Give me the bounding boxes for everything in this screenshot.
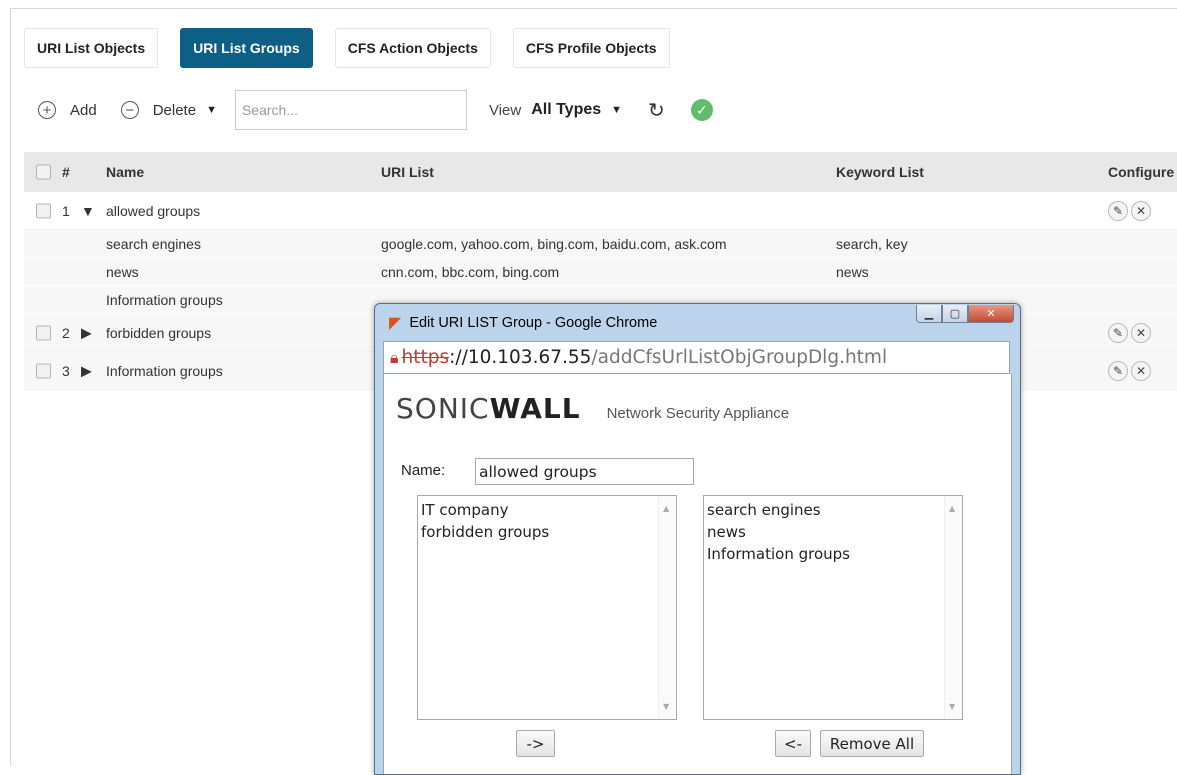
row-number: 3	[62, 362, 70, 379]
scroll-up-icon[interactable]: ▲	[949, 504, 955, 513]
url-path: /addCfsUrlListObjGroupDlg.html	[591, 347, 888, 368]
edit-icon[interactable]: ✎	[1108, 322, 1128, 343]
list-item[interactable]: IT company	[421, 499, 549, 521]
dialog-titlebar[interactable]: ◤ Edit URI LIST Group - Google Chrome	[389, 313, 657, 333]
delete-icon[interactable]: ✕	[1131, 322, 1151, 343]
table-row[interactable]: 1 ▼ allowed groups ✎ ✕	[24, 192, 1177, 230]
list-item[interactable]: forbidden groups	[421, 521, 549, 543]
remove-from-group-button[interactable]: <-	[775, 730, 811, 757]
child-name: news	[106, 263, 139, 280]
edit-uri-list-group-dialog: ◤ Edit URI LIST Group - Google Chrome ▁ …	[374, 303, 1021, 775]
add-button[interactable]: + Add	[38, 101, 97, 119]
dialog-title: Edit URI LIST Group - Google Chrome	[409, 315, 658, 331]
view-type-select[interactable]: All Types ▼	[521, 101, 622, 119]
toolbar: + Add − Delete ▼ View All Types ▼ ↻ ✓	[38, 89, 713, 131]
edit-icon[interactable]: ✎	[1108, 200, 1128, 221]
edit-icon[interactable]: ✎	[1108, 360, 1128, 381]
chrome-icon: ◤	[389, 315, 402, 332]
tab-uri-list-groups[interactable]: URI List Groups	[180, 28, 313, 68]
expand-toggle-icon[interactable]: ▶	[81, 324, 92, 341]
maximize-button[interactable]: ▢	[942, 305, 968, 323]
available-list[interactable]: IT company forbidden groups ▲ ▼	[417, 495, 677, 720]
view-label: View	[488, 101, 522, 119]
group-name: forbidden groups	[106, 324, 212, 341]
minimize-button[interactable]: ▁	[916, 305, 942, 323]
tab-bar: URI List Objects URI List Groups CFS Act…	[24, 28, 670, 68]
delete-icon[interactable]: ✕	[1131, 200, 1151, 221]
group-name: allowed groups	[106, 202, 201, 219]
insecure-lock-icon: 🔒︎	[390, 347, 399, 367]
configure-actions: ✎ ✕	[1108, 200, 1151, 221]
select-all-checkbox[interactable]	[36, 164, 51, 180]
selected-list[interactable]: search engines news Information groups ▲…	[703, 495, 963, 720]
header-keyword-list[interactable]: Keyword List	[836, 164, 924, 180]
url-protocol: https	[401, 347, 450, 368]
list-item[interactable]: Information groups	[707, 543, 850, 565]
child-row: news cnn.com, bbc.com, bing.com news	[24, 258, 1177, 286]
remove-all-button[interactable]: Remove All	[820, 730, 924, 757]
group-name-field[interactable]	[475, 458, 694, 485]
chevron-down-icon: ▼	[206, 104, 217, 116]
scroll-down-icon[interactable]: ▼	[663, 702, 669, 711]
child-keyword-list: search, key	[836, 235, 908, 252]
tab-cfs-action-objects[interactable]: CFS Action Objects	[334, 28, 491, 68]
brand-subtitle: Network Security Appliance	[606, 405, 790, 422]
chevron-down-icon: ▼	[611, 104, 623, 116]
configure-actions: ✎ ✕	[1108, 322, 1151, 343]
row-number: 1	[62, 202, 70, 219]
dialog-content: SONICWALL Network Security Appliance Nam…	[383, 374, 1012, 774]
row-checkbox[interactable]	[36, 325, 51, 340]
scrollbar[interactable]: ▲ ▼	[658, 496, 676, 719]
minus-circle-icon: −	[120, 101, 139, 119]
tab-uri-list-objects[interactable]: URI List Objects	[24, 28, 159, 68]
child-uri-list: cnn.com, bbc.com, bing.com	[381, 263, 560, 280]
search-input[interactable]	[234, 90, 467, 130]
row-checkbox[interactable]	[36, 363, 51, 378]
tab-cfs-profile-objects[interactable]: CFS Profile Objects	[512, 28, 670, 68]
brand-prefix: SONIC	[396, 392, 490, 425]
brand-bold: WALL	[489, 392, 581, 425]
view-type-value: All Types	[531, 101, 602, 118]
list-item[interactable]: search engines	[707, 499, 850, 521]
expand-toggle-icon[interactable]: ▶	[81, 362, 92, 379]
header-name[interactable]: Name	[106, 164, 144, 180]
delete-icon[interactable]: ✕	[1131, 360, 1151, 381]
sonicwall-logo: SONICWALL Network Security Appliance	[396, 392, 789, 425]
list-item[interactable]: news	[707, 521, 850, 543]
child-row: search engines google.com, yahoo.com, bi…	[24, 230, 1177, 258]
configure-actions: ✎ ✕	[1108, 360, 1151, 381]
header-num: #	[62, 164, 70, 180]
header-configure: Configure	[1108, 164, 1175, 180]
close-button[interactable]: ✕	[968, 305, 1014, 323]
check-circle-icon[interactable]: ✓	[690, 99, 713, 121]
header-uri-list[interactable]: URI List	[381, 164, 434, 180]
child-name: Information groups	[106, 291, 223, 308]
add-to-group-button[interactable]: ->	[516, 730, 555, 757]
row-checkbox[interactable]	[36, 203, 51, 218]
child-keyword-list: news	[836, 263, 869, 280]
url-host: ://10.103.67.55	[449, 347, 592, 368]
row-number: 2	[62, 324, 70, 341]
expand-toggle-icon[interactable]: ▼	[81, 203, 95, 219]
child-name: search engines	[106, 235, 201, 252]
scroll-up-icon[interactable]: ▲	[663, 504, 669, 513]
scrollbar[interactable]: ▲ ▼	[944, 496, 962, 719]
refresh-icon[interactable]: ↻	[648, 98, 665, 123]
child-uri-list: google.com, yahoo.com, bing.com, baidu.c…	[381, 235, 727, 252]
table-header: # Name URI List Keyword List Configure	[24, 152, 1177, 192]
window-controls: ▁ ▢ ✕	[916, 305, 1014, 323]
delete-button[interactable]: − Delete ▼	[120, 101, 217, 119]
delete-label: Delete	[152, 101, 197, 119]
scroll-down-icon[interactable]: ▼	[949, 702, 955, 711]
plus-circle-icon: +	[38, 101, 56, 119]
add-label: Add	[70, 101, 97, 119]
name-label: Name:	[401, 462, 446, 479]
group-name: Information groups	[106, 362, 223, 379]
address-bar[interactable]: 🔒︎ https://10.103.67.55/addCfsUrlListObj…	[383, 341, 1010, 374]
